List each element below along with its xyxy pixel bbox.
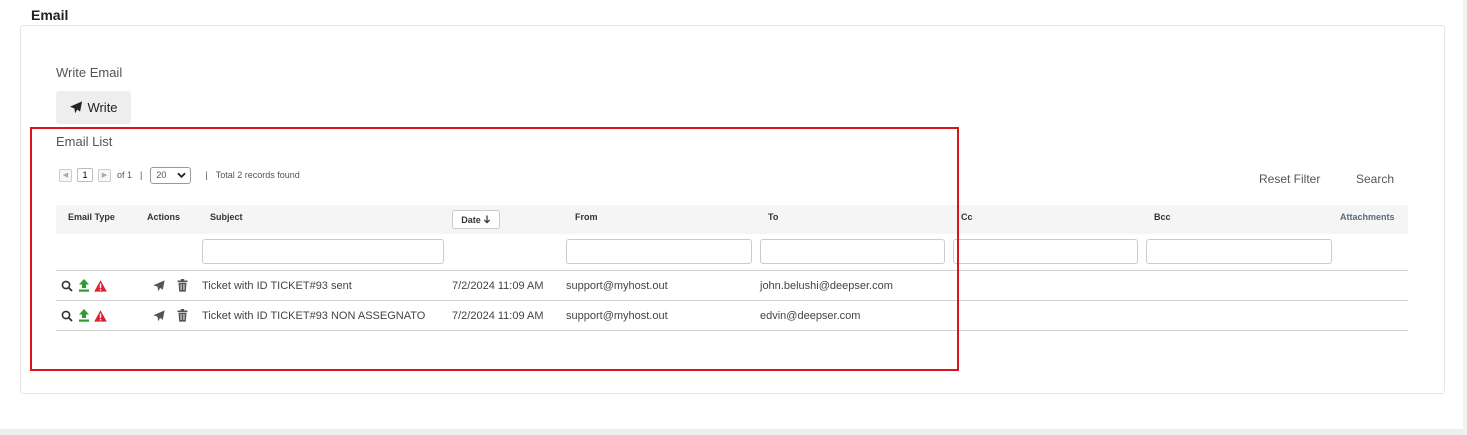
row-subject: Ticket with ID TICKET#93 NON ASSEGNATO xyxy=(202,310,426,322)
total-records-text: Total 2 records found xyxy=(215,170,300,180)
column-date-label: Date xyxy=(461,214,481,225)
upload-arrow-icon xyxy=(79,309,89,322)
cc-filter-input[interactable] xyxy=(953,239,1138,264)
page-count-text: of 1 xyxy=(117,170,133,180)
to-filter-input[interactable] xyxy=(760,239,945,264)
row-divider xyxy=(56,300,1408,301)
trash-icon[interactable] xyxy=(177,279,188,292)
reset-filter-button[interactable]: Reset Filter xyxy=(1259,172,1320,186)
upload-arrow-icon xyxy=(79,279,89,292)
row-subject: Ticket with ID TICKET#93 sent xyxy=(202,280,352,292)
subject-filter-input[interactable] xyxy=(202,239,444,264)
magnifier-icon[interactable] xyxy=(61,280,73,292)
column-email-type: Email Type xyxy=(68,212,115,222)
row-to: john.belushi@deepser.com xyxy=(760,280,893,292)
column-subject[interactable]: Subject xyxy=(210,212,243,222)
previous-page-button[interactable]: ◀ xyxy=(59,168,72,182)
row-from: support@myhost.out xyxy=(566,280,668,292)
trash-icon[interactable] xyxy=(177,309,188,322)
bcc-filter-input[interactable] xyxy=(1146,239,1332,264)
column-cc[interactable]: Cc xyxy=(961,212,973,222)
warning-triangle-icon xyxy=(94,280,107,292)
row-divider xyxy=(56,330,1408,331)
write-email-label: Write Email xyxy=(56,65,123,80)
page-size-select[interactable]: 20 xyxy=(150,166,192,184)
page-size-value: 20 xyxy=(156,170,167,180)
write-button[interactable]: Write xyxy=(56,91,131,124)
table-header xyxy=(56,205,1408,234)
next-page-button[interactable]: ▶ xyxy=(98,168,111,182)
write-button-label: Write xyxy=(87,100,118,115)
table-divider xyxy=(56,270,1408,271)
column-bcc[interactable]: Bcc xyxy=(1154,212,1171,222)
column-date-sort-button[interactable]: Date xyxy=(452,210,500,229)
row-from: support@myhost.out xyxy=(566,310,668,322)
row-date: 7/2/2024 11:09 AM xyxy=(452,310,544,322)
page-number-input[interactable] xyxy=(77,168,93,182)
page-bottom-strip xyxy=(0,429,1467,435)
from-filter-input[interactable] xyxy=(566,239,752,264)
paper-plane-icon[interactable] xyxy=(153,310,165,322)
chevron-left-icon: ◀ xyxy=(62,172,69,179)
paper-plane-icon[interactable] xyxy=(153,280,165,292)
warning-triangle-icon xyxy=(94,310,107,322)
column-actions: Actions xyxy=(147,212,181,222)
chevron-down-icon xyxy=(177,172,187,178)
arrow-down-icon xyxy=(483,215,490,224)
row-to: edvin@deepser.com xyxy=(760,310,861,322)
magnifier-icon[interactable] xyxy=(61,310,73,322)
pagination-bar: ◀ ▶ of 1 | 20 | Total 2 records found xyxy=(59,166,300,184)
pager-separator: | xyxy=(140,170,143,180)
paper-plane-icon xyxy=(70,101,83,114)
section-title: Email xyxy=(31,7,69,23)
row-date: 7/2/2024 11:09 AM xyxy=(452,280,544,292)
column-attachments: Attachments xyxy=(1340,212,1395,222)
chevron-right-icon: ▶ xyxy=(101,172,108,179)
pager-separator-2: | xyxy=(205,170,208,180)
email-list-label: Email List xyxy=(56,134,113,149)
column-from[interactable]: From xyxy=(575,212,598,222)
column-to[interactable]: To xyxy=(768,212,778,222)
search-button[interactable]: Search xyxy=(1356,172,1394,186)
page-scroll-strip xyxy=(1463,0,1467,435)
